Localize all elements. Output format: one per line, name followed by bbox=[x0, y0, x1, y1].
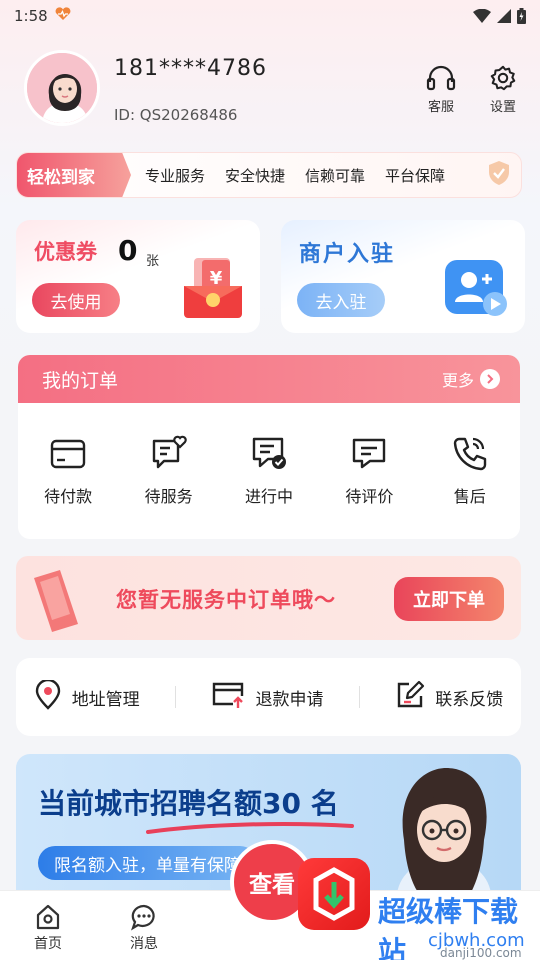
edit-icon bbox=[395, 680, 425, 715]
profile-header: 181****4786 ID: QS20268486 客服 设置 bbox=[24, 50, 524, 130]
tool-label: 地址管理 bbox=[71, 689, 140, 710]
recruit-title-prefix: 当前城市 bbox=[38, 787, 151, 820]
orders-section: 我的订单 更多 待付款 待服务 进行中 待评价 售后 bbox=[18, 355, 520, 539]
battery-icon bbox=[517, 8, 526, 24]
orders-more-label: 更多 bbox=[441, 371, 474, 390]
merchant-card[interactable]: 商户入驻 去入驻 bbox=[281, 220, 525, 333]
address-management[interactable]: 地址管理 bbox=[34, 678, 140, 715]
slogan-item: 安全快捷 bbox=[225, 166, 286, 185]
tool-label: 联系反馈 bbox=[435, 689, 504, 710]
slogan-item: 信赖可靠 bbox=[305, 166, 366, 185]
underline-stroke-icon bbox=[146, 820, 356, 840]
status-time: 1:58 bbox=[14, 7, 48, 25]
chevron-right-icon bbox=[480, 369, 500, 389]
slogan-strip: 轻松到家 专业服务 安全快捷 信赖可靠 平台保障 bbox=[16, 152, 522, 198]
recruit-title-suffix: 名 bbox=[301, 787, 339, 820]
recruit-subtitle: 限名额入驻，单量有保障 bbox=[38, 846, 257, 880]
refund-request[interactable]: 退款申请 bbox=[211, 680, 323, 715]
slogan-item: 专业服务 bbox=[145, 166, 206, 185]
headset-icon bbox=[414, 64, 468, 92]
join-merchant-button[interactable]: 去入驻 bbox=[297, 283, 385, 317]
signal-icon bbox=[497, 9, 511, 23]
tab-home[interactable]: 首页 bbox=[18, 903, 78, 953]
orders-more-link[interactable]: 更多 bbox=[442, 367, 500, 391]
order-item-label: 待评价 bbox=[345, 487, 394, 506]
phone-icon bbox=[430, 435, 510, 471]
orders-header: 我的订单 更多 bbox=[18, 355, 520, 403]
coupon-count: 0 bbox=[118, 234, 138, 267]
recruiter-illustration bbox=[374, 760, 514, 904]
recruit-title-number: 30 bbox=[262, 787, 301, 820]
order-pending-service[interactable]: 待服务 bbox=[129, 435, 209, 507]
status-bar: 1:58 bbox=[0, 0, 540, 32]
check-chat-icon bbox=[229, 435, 309, 471]
divider bbox=[175, 686, 177, 708]
order-item-label: 进行中 bbox=[244, 487, 293, 506]
tools-row: 地址管理 退款申请 联系反馈 bbox=[16, 658, 521, 736]
order-item-label: 售后 bbox=[453, 487, 486, 506]
wifi-icon bbox=[473, 9, 491, 23]
gear-icon bbox=[476, 64, 530, 92]
coupon-unit: 张 bbox=[146, 254, 160, 269]
chat-bubble-icon bbox=[114, 903, 174, 931]
divider bbox=[358, 686, 360, 708]
order-now-button[interactable]: 立即下单 bbox=[394, 577, 504, 621]
order-pending-payment[interactable]: 待付款 bbox=[28, 435, 108, 507]
customer-service-label: 客服 bbox=[427, 100, 454, 115]
refund-icon bbox=[211, 680, 245, 715]
download-site-logo-icon bbox=[298, 858, 370, 930]
watermark-url-secondary: danji100.com bbox=[440, 946, 522, 960]
svg-text:¥: ¥ bbox=[210, 268, 223, 289]
tab-messages[interactable]: 消息 bbox=[114, 903, 174, 953]
order-pending-review[interactable]: 待评价 bbox=[329, 435, 409, 507]
tab-home-label: 首页 bbox=[34, 936, 62, 952]
red-envelope-icon: ¥ bbox=[180, 256, 246, 324]
add-user-icon bbox=[443, 256, 511, 324]
recruit-title-emphasis: 招聘名额 bbox=[150, 787, 263, 820]
comment-icon bbox=[329, 435, 409, 471]
recruit-title: 当前城市招聘名额30 名 bbox=[38, 782, 339, 822]
merchant-title: 商户入驻 bbox=[299, 242, 396, 267]
tab-messages-label: 消息 bbox=[130, 936, 158, 952]
notification-heart-icon bbox=[54, 7, 72, 25]
home-icon bbox=[18, 903, 78, 931]
orders-title: 我的订单 bbox=[42, 369, 119, 392]
shield-icon bbox=[487, 160, 511, 190]
promo-banner: 您暂无服务中订单哦～ 立即下单 bbox=[16, 556, 521, 640]
contact-feedback[interactable]: 联系反馈 bbox=[395, 680, 503, 715]
coupon-title: 优惠券 bbox=[34, 240, 97, 264]
user-phone: 181****4786 bbox=[114, 56, 267, 81]
settings-label: 设置 bbox=[489, 100, 516, 115]
order-in-progress[interactable]: 进行中 bbox=[229, 435, 309, 507]
card-icon bbox=[28, 435, 108, 471]
coupon-card[interactable]: 优惠券 0 张 去使用 ¥ bbox=[16, 220, 260, 333]
location-icon bbox=[34, 678, 62, 715]
heart-chat-icon bbox=[129, 435, 209, 471]
order-item-label: 待服务 bbox=[144, 487, 193, 506]
phone-deco-icon bbox=[26, 564, 96, 640]
customer-service-button[interactable]: 客服 bbox=[414, 64, 468, 115]
settings-button[interactable]: 设置 bbox=[476, 64, 530, 115]
tool-label: 退款申请 bbox=[255, 689, 324, 710]
use-coupon-button[interactable]: 去使用 bbox=[32, 283, 120, 317]
order-after-sales[interactable]: 售后 bbox=[430, 435, 510, 507]
promo-text: 您暂无服务中订单哦～ bbox=[116, 588, 336, 612]
user-id: ID: QS20268486 bbox=[114, 106, 238, 124]
avatar[interactable] bbox=[24, 50, 100, 126]
slogan-tag: 轻松到家 bbox=[17, 153, 131, 197]
order-item-label: 待付款 bbox=[44, 487, 93, 506]
slogan-item: 平台保障 bbox=[385, 166, 446, 185]
